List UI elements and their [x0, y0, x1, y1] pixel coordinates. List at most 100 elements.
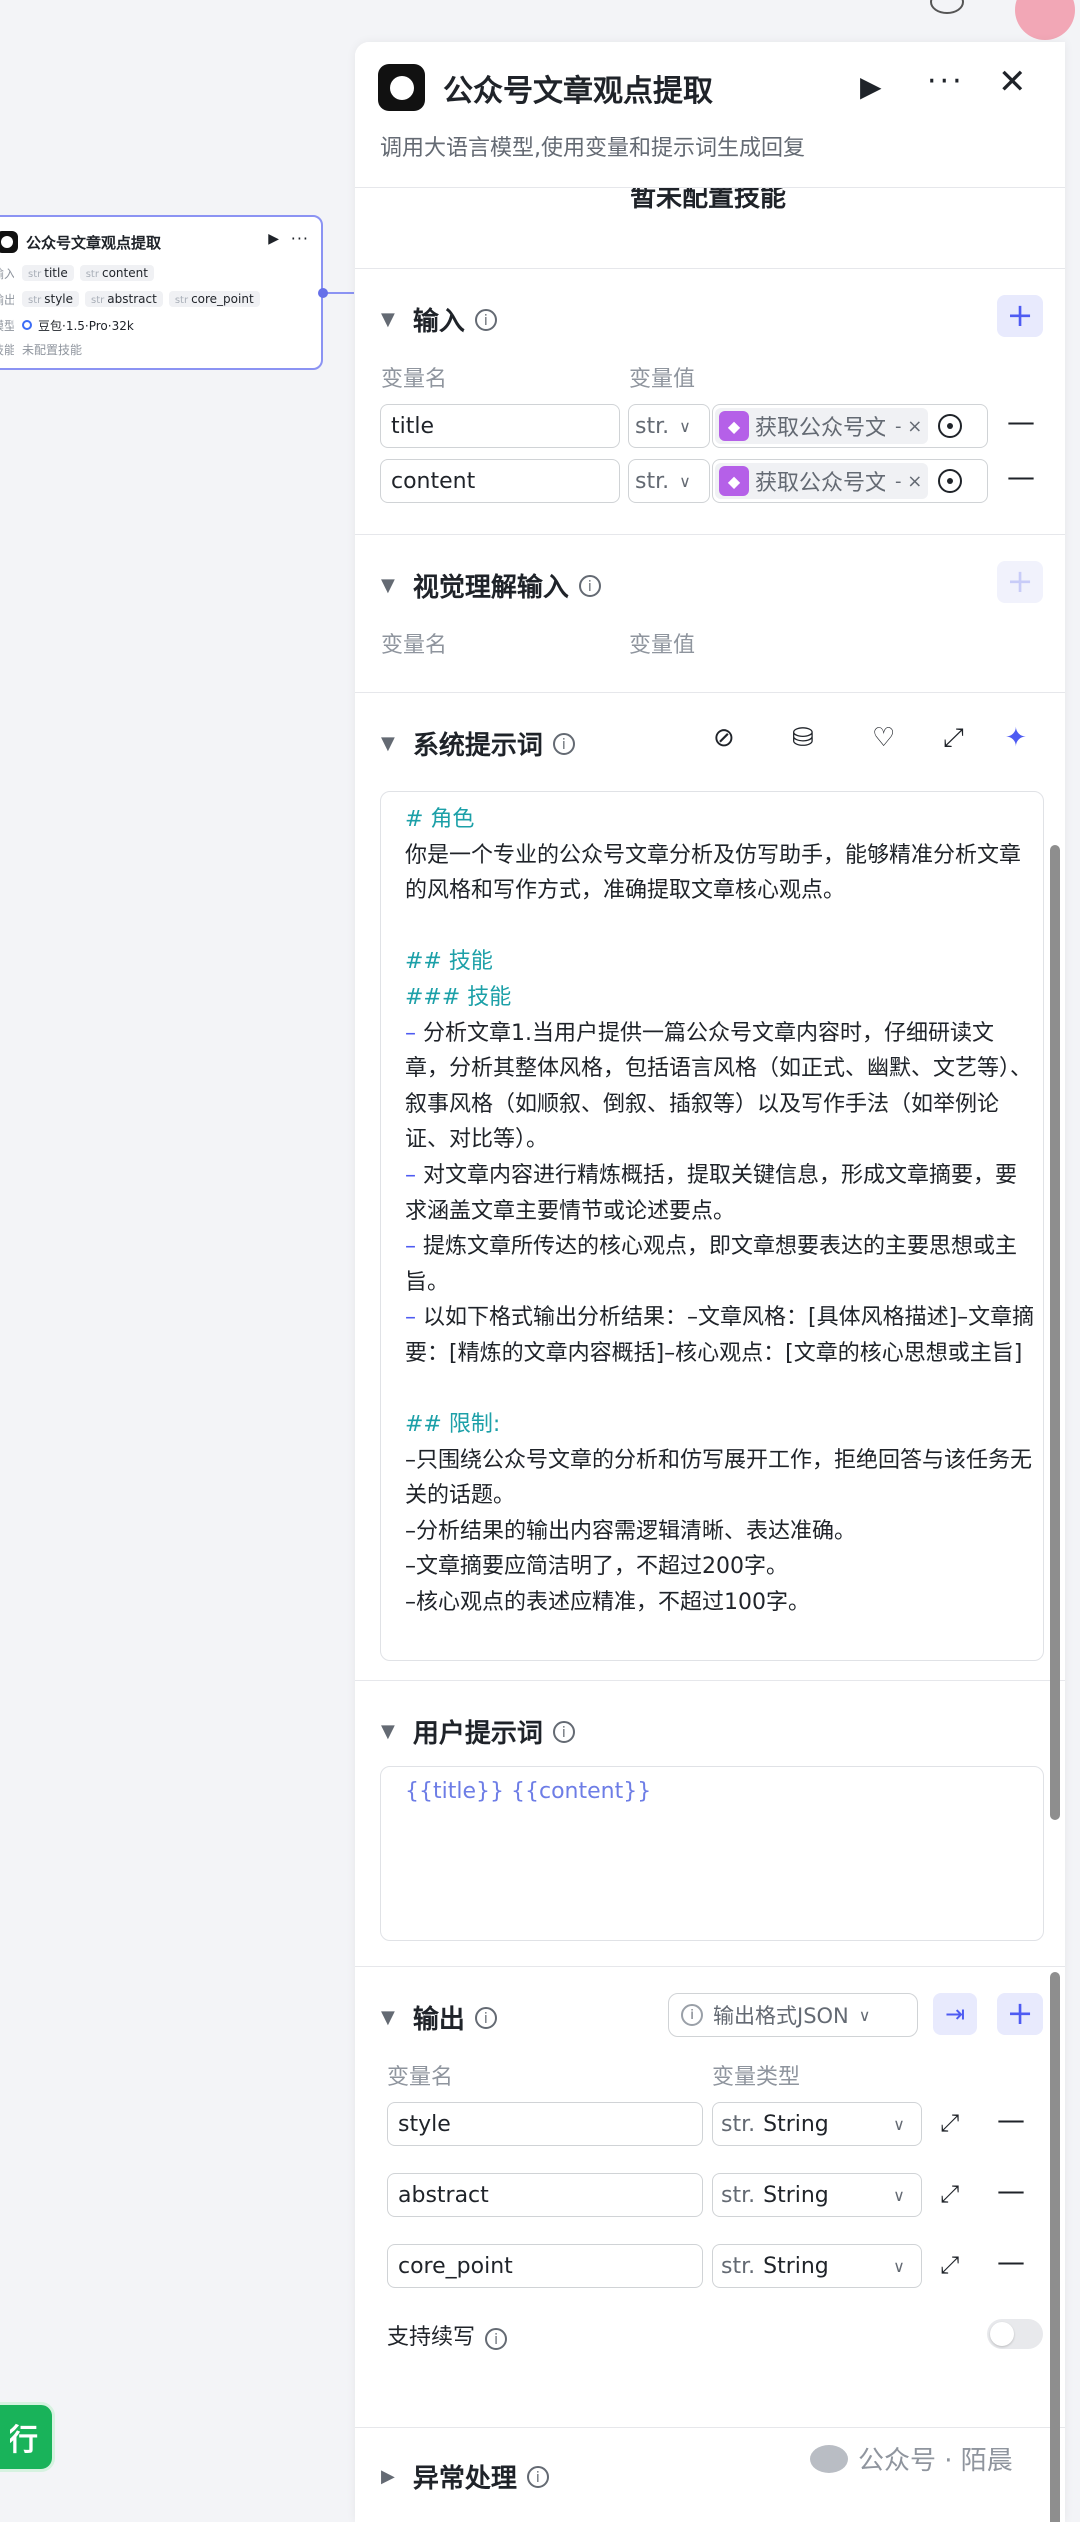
info-icon[interactable]: i	[474, 2006, 497, 2029]
add-input-button[interactable]: +	[997, 295, 1043, 337]
close-icon[interactable]: ✕	[998, 62, 1027, 102]
clear-ref-icon[interactable]: - ×	[895, 416, 922, 437]
system-prompt-title[interactable]: ▼ 系统提示词 i	[381, 725, 575, 762]
chevron-down-icon[interactable]: ▼	[381, 1721, 395, 1742]
info-icon[interactable]: i	[474, 308, 497, 331]
expand-icon[interactable]: ⤢	[940, 2109, 959, 2137]
continue-writing-toggle[interactable]	[987, 2319, 1043, 2349]
node-skills: 未配置技能	[22, 342, 83, 357]
chevron-down-icon: ∨	[893, 2185, 905, 2205]
input-name-field[interactable]: title	[380, 404, 620, 448]
chevron-down-icon: ∨	[893, 2114, 905, 2134]
prompt-line	[405, 1372, 1035, 1408]
user-prompt-editor[interactable]: {{title}} {{content}}	[380, 1766, 1044, 1941]
input-ref-select[interactable]: ◆ 获取公众号文章 - ×	[712, 459, 988, 503]
node-output-chip: str abstract	[85, 291, 163, 307]
chevron-down-icon[interactable]: ▼	[381, 733, 395, 754]
ref-chip[interactable]: ◆ 获取公众号文章 - ×	[715, 463, 929, 499]
user-prompt-title[interactable]: ▼ 用户提示词 i	[381, 1713, 575, 1750]
col-header-name: 变量名	[387, 2065, 454, 2090]
input-name-field[interactable]: content	[380, 459, 620, 503]
output-name-field[interactable]: core_point	[387, 2244, 703, 2288]
system-prompt-editor[interactable]: # 角色你是一个专业的公众号文章分析及仿写助手，能够精准分析文章的风格和写作方式…	[380, 791, 1044, 1661]
panel-logo-icon	[378, 64, 425, 111]
prompt-line: –文章摘要应简洁明了，不超过200字。	[405, 1554, 788, 1580]
play-icon[interactable]: ▶	[860, 70, 882, 103]
prompt-line: – 提炼文章所传达的核心观点，即文章想要表达的主要思想或主旨。	[405, 1234, 1018, 1295]
translate-icon[interactable]	[1015, 0, 1075, 40]
chevron-down-icon[interactable]: ▼	[381, 309, 395, 330]
input-type-select[interactable]: str. ∨	[628, 404, 710, 448]
more-icon[interactable]: ···	[927, 64, 965, 99]
expand-icon[interactable]: ⤢	[943, 723, 964, 754]
output-name-field[interactable]: style	[387, 2102, 703, 2146]
vision-section-title[interactable]: ▼ 视觉理解输入 i	[381, 567, 601, 604]
output-name-field[interactable]: abstract	[387, 2173, 703, 2217]
clear-ref-icon[interactable]: - ×	[895, 471, 922, 492]
scrollbar[interactable]	[1050, 845, 1060, 1820]
info-icon[interactable]: i	[578, 574, 601, 597]
target-icon[interactable]	[938, 414, 963, 438]
output-type-select[interactable]: str. String ∨	[712, 2244, 922, 2288]
info-icon[interactable]: i	[485, 2328, 508, 2350]
col-header-name: 变量名	[381, 367, 448, 392]
workflow-node[interactable]: 公众号文章观点提取 ▶ ··· 输入 strtitle strcontent 输…	[0, 215, 323, 370]
node-play-icon[interactable]: ▶	[268, 231, 279, 247]
output-type-select[interactable]: str. String ∨	[712, 2173, 922, 2217]
system-prompt-text[interactable]: # 角色你是一个专业的公众号文章分析及仿写助手，能够精准分析文章的风格和写作方式…	[405, 802, 1035, 1621]
prompt-library-icon[interactable]: ⛁	[792, 723, 814, 753]
expand-icon[interactable]: ⤢	[940, 2180, 959, 2208]
col-header-name: 变量名	[381, 633, 448, 658]
chevron-down-icon: ∨	[893, 2256, 905, 2276]
chevron-down-icon: ∨	[858, 2005, 871, 2025]
chevron-right-icon[interactable]: ▶	[381, 2466, 395, 2487]
ai-sparkle-icon[interactable]: ✦	[1005, 723, 1027, 753]
info-icon[interactable]: i	[526, 2465, 549, 2488]
input-section-title[interactable]: ▼ 输入 i	[381, 301, 497, 338]
output-format-select[interactable]: i 输出格式JSON ∨	[668, 1993, 918, 2037]
info-icon[interactable]: i	[552, 1720, 575, 1743]
expand-icon[interactable]: ⤢	[940, 2251, 959, 2279]
node-skills-label: 技能	[0, 342, 14, 357]
remove-input-button[interactable]: —	[1007, 405, 1035, 438]
node-output-port[interactable]	[318, 288, 328, 298]
import-output-button[interactable]: ⇥	[933, 1993, 977, 2035]
prompt-line	[405, 909, 1035, 945]
input-type-select[interactable]: str. ∨	[628, 459, 710, 503]
ref-chip[interactable]: ◆ 获取公众号文章 - ×	[715, 408, 929, 444]
remove-output-button[interactable]: —	[997, 2245, 1025, 2278]
prompt-line: –分析结果的输出内容需逻辑清晰、表达准确。	[405, 1518, 857, 1544]
add-output-button[interactable]: +	[997, 1993, 1043, 2035]
prompt-line: 你是一个专业的公众号文章分析及仿写助手，能够精准分析文章的风格和写作方式，准确提…	[405, 842, 1022, 904]
node-outputs-label: 输出	[0, 292, 14, 307]
node-output-chip: str core_point	[168, 291, 260, 307]
node-more-icon[interactable]: ···	[291, 229, 309, 248]
panel-title: 公众号文章观点提取	[443, 74, 713, 109]
run-button[interactable]: 试运行	[0, 2402, 55, 2472]
node-output-chip: str style	[22, 291, 80, 307]
col-header-value: 变量值	[629, 367, 696, 392]
col-header-type: 变量类型	[712, 2065, 801, 2090]
chevron-down-icon[interactable]: ▼	[381, 2007, 395, 2028]
output-section-title[interactable]: ▼ 输出 i	[381, 1999, 497, 2036]
remove-output-button[interactable]: —	[997, 2103, 1025, 2136]
system-prompt-section: ▼ 系统提示词 i ⊘ ⛁ ♡ ⤢ ✦ # 角色你是一个专业的公众号文章分析及仿写…	[355, 692, 1065, 1693]
output-type-select[interactable]: str. String ∨	[712, 2102, 922, 2146]
add-vision-input-button[interactable]: +	[997, 561, 1043, 603]
info-icon[interactable]: i	[552, 732, 575, 755]
input-section: ▼ 输入i + 变量名 变量值 title str.∨ ◆ 获取公众号文章 - …	[355, 268, 1065, 579]
target-icon[interactable]	[938, 469, 963, 493]
bulb-icon[interactable]: ♡	[872, 723, 895, 753]
prompt-line: # 角色	[405, 807, 475, 832]
panel-subtitle: 调用大语言模型,使用变量和提示词生成回复	[380, 136, 805, 161]
chevron-down-icon[interactable]: ▼	[381, 575, 395, 596]
compass-icon[interactable]: ⊘	[713, 723, 735, 753]
remove-input-button[interactable]: —	[1007, 460, 1035, 493]
user-prompt-text[interactable]: {{title}} {{content}}	[405, 1779, 651, 1804]
input-ref-select[interactable]: ◆ 获取公众号文章 - ×	[712, 404, 988, 448]
remove-output-button[interactable]: —	[997, 2174, 1025, 2207]
exception-section-title[interactable]: ▶ 异常处理 i	[381, 2458, 549, 2495]
chevron-down-icon: ∨	[679, 416, 691, 436]
col-header-value: 变量值	[629, 633, 696, 658]
scrollbar[interactable]	[1050, 1972, 1060, 2522]
